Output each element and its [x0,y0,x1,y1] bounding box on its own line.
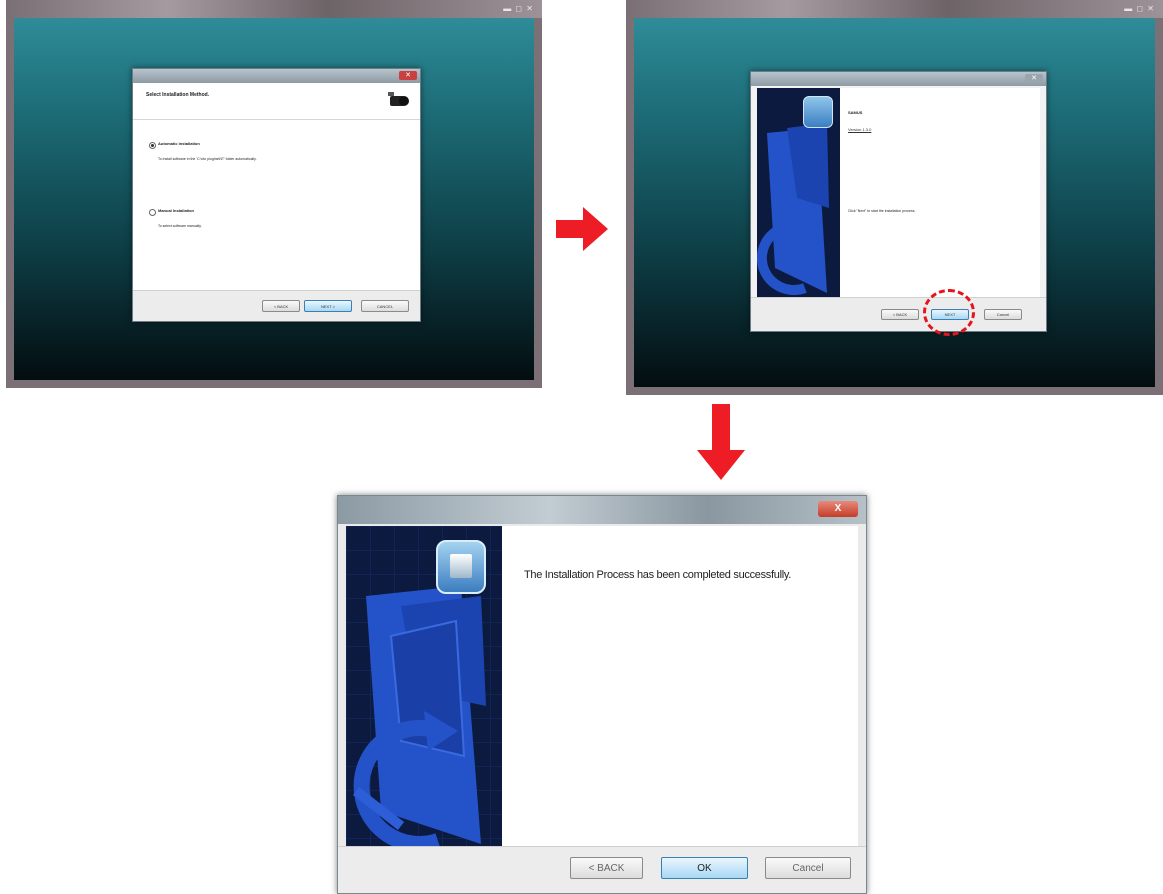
select-method-dialog: ✕ Select Installation Method. Automatic … [132,68,421,322]
cancel-button[interactable]: Cancel [765,857,851,879]
cancel-button[interactable]: CANCEL [361,300,409,312]
installer-banner [757,88,840,298]
dialog-button-bar: < BACK NEXT > CANCEL [133,290,420,321]
window-controls: ▬ ◻ ✕ [1124,4,1155,13]
dialog-button-bar: < BACK NEXT Cancel [751,297,1046,331]
close-icon[interactable]: ✕ [399,71,417,80]
auto-install-label: Automatic Installation [158,141,200,146]
camera-icon [388,92,409,106]
highlight-circle [923,289,975,336]
arrow-right-icon [556,207,608,251]
close-button[interactable]: X [818,501,858,517]
app-name: SAMUS [848,110,863,115]
back-button[interactable]: < BACK [881,309,919,320]
window-frame-bottom [6,380,542,388]
dialog-content: The Installation Process has been comple… [502,526,858,847]
manual-install-label: Manual Installation [158,208,195,213]
dialog-content: SAMUS Version 1.3.0 Click "Next" to star… [840,88,1040,298]
dialog-content: Automatic Installation To install softwa… [133,120,420,291]
dialog-heading: Select Installation Method. [146,92,210,98]
window-controls: ▬ ◻ ✕ [503,4,534,13]
instruction-text: Click "Next" to start the installation p… [848,209,916,213]
auto-install-desc: To install software in the 'C:\dvr plugi… [158,157,257,161]
back-button[interactable]: < BACK [262,300,300,312]
ok-button[interactable]: OK [661,857,748,879]
manual-install-radio[interactable] [149,209,156,216]
dialog-header: Select Installation Method. [133,83,420,120]
screenshot-select-method: ▬ ◻ ✕ ✕ Select Installation Method. Auto… [6,0,542,388]
window-frame-bottom [626,387,1163,395]
window-titlebar: ▬ ◻ ✕ [6,0,542,18]
dialog-titlebar [338,496,866,524]
manual-install-desc: To select software manually. [158,224,202,228]
installer-box-icon [803,96,833,128]
back-button[interactable]: < BACK [570,857,643,879]
dialog-titlebar: ✕ [133,69,420,83]
window-frame-right [534,18,542,388]
version-link[interactable]: Version 1.3.0 [848,127,871,132]
screenshot-welcome: ▬ ◻ ✕ ✕ SAMUS Version 1.3.0 Click "Next"… [626,0,1163,395]
completion-message: The Installation Process has been comple… [524,569,792,581]
window-titlebar: ▬ ◻ ✕ [626,0,1163,18]
installer-box-icon [436,540,486,594]
window-frame-right [1155,18,1163,395]
completion-dialog: X The Installation Process has been comp… [337,495,867,894]
installer-banner [346,526,502,847]
close-icon[interactable]: ✕ [1025,74,1043,83]
arrow-down-icon [697,404,745,480]
window-frame-left [6,18,14,388]
next-button[interactable]: NEXT > [304,300,352,312]
welcome-dialog: ✕ SAMUS Version 1.3.0 Click "Next" to st… [750,71,1047,332]
dialog-titlebar: ✕ [751,72,1046,86]
cancel-button[interactable]: Cancel [984,309,1022,320]
dialog-button-bar: < BACK OK Cancel [338,846,866,893]
window-frame-left [626,18,634,395]
auto-install-radio[interactable] [149,142,156,149]
